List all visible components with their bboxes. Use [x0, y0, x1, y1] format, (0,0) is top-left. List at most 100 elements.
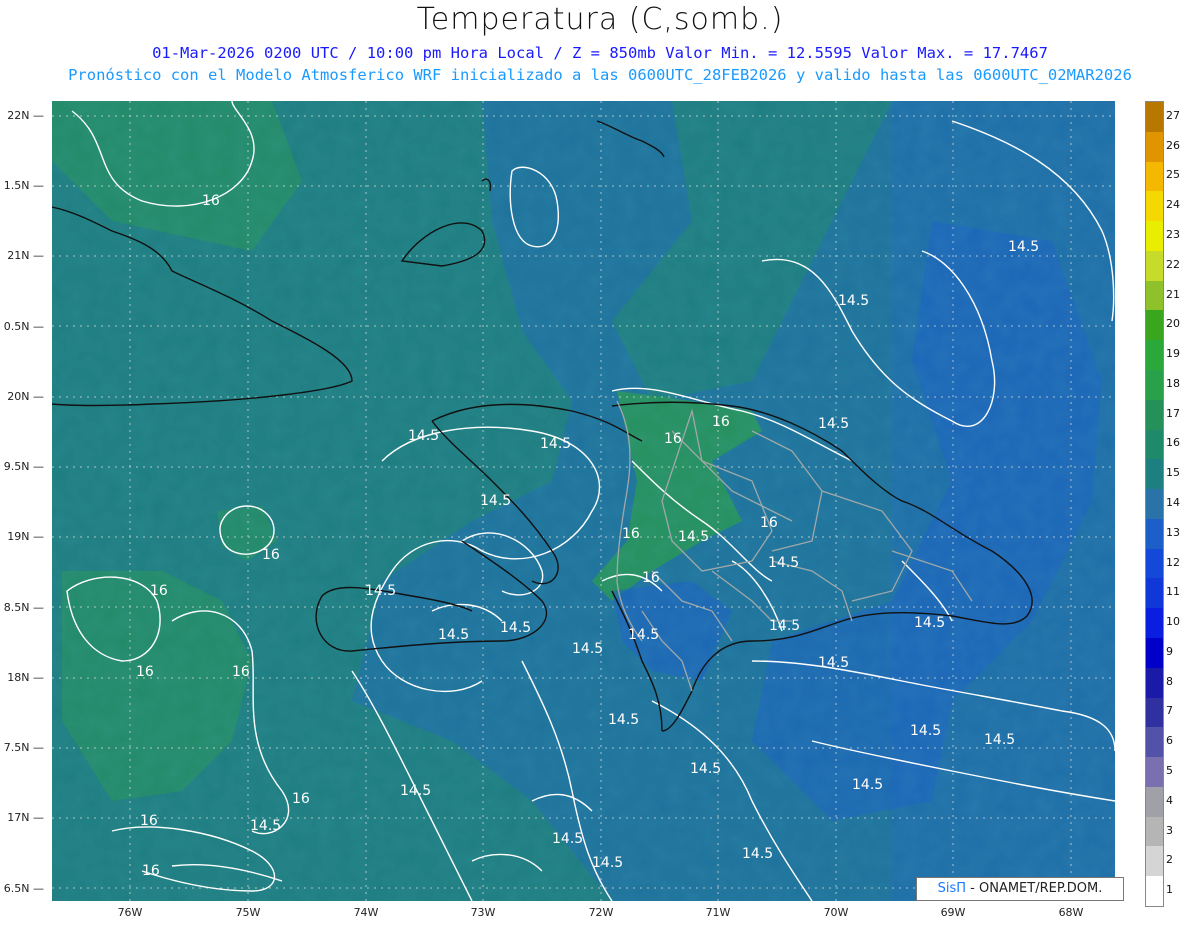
credit-text: - ONAMET/REP.DOM. — [966, 881, 1103, 896]
lon-label: 72W — [588, 906, 614, 919]
contour-label: 14.5 — [838, 293, 869, 309]
contour-label: 16 — [712, 414, 730, 430]
credit-brand: SisΠ — [937, 881, 967, 896]
colorbar-label: 27 — [1166, 108, 1180, 122]
colorbar-swatch — [1146, 340, 1163, 371]
colorbar-swatch — [1146, 757, 1163, 788]
contour-label: 16 — [262, 547, 280, 563]
lon-label: 70W — [823, 906, 849, 919]
contour-label: 14.5 — [540, 436, 571, 452]
colorbar-label: 24 — [1166, 198, 1180, 212]
contour-label: 14.5 — [818, 655, 849, 671]
colorbar-swatch — [1146, 370, 1163, 401]
credit-box: SisΠ - ONAMET/REP.DOM. — [916, 877, 1124, 901]
contour-label: 14.5 — [678, 529, 709, 545]
colorbar-label: 25 — [1166, 168, 1180, 182]
contour-label: 14.5 — [250, 818, 281, 834]
contour-label: 14.5 — [690, 761, 721, 777]
colorbar-swatch — [1146, 518, 1163, 550]
colorbar-swatch — [1146, 131, 1163, 163]
lat-label: 22N — — [7, 109, 44, 122]
contour-label: 14.5 — [500, 620, 531, 636]
colorbar-label: 9 — [1166, 644, 1173, 658]
colorbar-swatch — [1146, 310, 1163, 341]
contour-label: 16 — [142, 863, 160, 879]
contour-label: 16 — [232, 664, 250, 680]
colorbar-swatch — [1146, 399, 1163, 431]
lat-label: 6.5N — — [3, 882, 44, 895]
lat-label: 9.5N — — [3, 460, 44, 473]
contour-label: 14.5 — [572, 641, 603, 657]
contour-label: 14.5 — [365, 583, 396, 599]
lat-label: 8.5N — — [3, 601, 44, 614]
colorbar-label: 20 — [1166, 317, 1180, 331]
contour-label: 16 — [202, 193, 220, 209]
colorbar-label: 5 — [1166, 764, 1173, 777]
contour-label: 16 — [760, 515, 778, 531]
colorbar-label: 12 — [1166, 555, 1180, 569]
lat-label: 7.5N — — [3, 741, 44, 754]
contour-label: 14.5 — [818, 416, 849, 432]
contour-label: 14.5 — [552, 831, 583, 847]
colorbar-label: 16 — [1166, 436, 1180, 450]
texture-overlay — [52, 101, 1115, 901]
contour-label: 14.5 — [628, 627, 659, 643]
colorbar-swatch — [1146, 638, 1163, 669]
colorbar-label: 23 — [1166, 228, 1180, 241]
contour-label: 14.5 — [480, 493, 511, 509]
contour-label: 16 — [622, 526, 640, 542]
contour-label: 16 — [642, 570, 660, 586]
contour-label: 14.5 — [438, 627, 469, 643]
lon-label: 73W — [470, 906, 496, 919]
lat-label: 18N — — [7, 671, 44, 684]
colorbar-swatch — [1146, 876, 1163, 907]
contour-label: 14.5 — [852, 777, 883, 793]
lat-label: 19N — — [7, 530, 44, 543]
lon-label: 71W — [705, 906, 731, 919]
colorbar-label: 3 — [1166, 823, 1173, 837]
colorbar-swatch — [1146, 816, 1163, 847]
contour-label: 16 — [136, 664, 154, 680]
subtitle-run-info: 01-Mar-2026 0200 UTC / 10:00 pm Hora Loc… — [152, 44, 1048, 62]
lat-label: 20N — — [7, 390, 44, 403]
contour-label: 14.5 — [1008, 239, 1039, 255]
subtitle-model-info: Pronóstico con el Modelo Atmosferico WRF… — [68, 66, 1132, 84]
contour-label: 16 — [150, 583, 168, 599]
colorbar-swatch — [1146, 489, 1163, 520]
colorbar-label: 2 — [1166, 853, 1173, 867]
lon-label: 75W — [235, 906, 261, 919]
colorbar-swatch — [1146, 786, 1163, 818]
contour-label: 14.5 — [984, 732, 1015, 748]
lon-label: 76W — [117, 906, 143, 919]
colorbar-swatch — [1146, 727, 1163, 758]
colorbar-label: 15 — [1166, 466, 1180, 480]
colorbar-swatch — [1146, 667, 1163, 699]
colorbar-label: 6 — [1166, 734, 1173, 748]
contour-label: 14.5 — [400, 783, 431, 799]
colorbar-label: 22 — [1166, 257, 1180, 271]
contour-label: 14.5 — [769, 618, 800, 634]
map-title: Temperatura (C,somb.) — [416, 2, 784, 37]
colorbar-swatch — [1146, 221, 1163, 252]
colorbar-swatch — [1146, 459, 1163, 490]
colorbar-swatch — [1146, 608, 1163, 639]
colorbar-label: 10 — [1166, 615, 1180, 629]
colorbar-swatch — [1146, 161, 1163, 192]
colorbar-label: 21 — [1166, 287, 1180, 301]
colorbar-label: 19 — [1166, 347, 1180, 361]
lat-label: 1.5N — — [3, 179, 44, 192]
temperature-map: 16 16 16 16 16 16 16 16 14.5 14.5 14.5 14.5 14.5 14.5… — [52, 101, 1115, 901]
colorbar-label: 13 — [1166, 525, 1180, 539]
colorbar-swatch — [1146, 697, 1163, 728]
lat-label: 0.5N — — [3, 320, 44, 333]
contour-label: 16 — [664, 431, 682, 447]
colorbar-swatch — [1146, 429, 1163, 460]
colorbar-swatch — [1146, 548, 1163, 579]
lon-label: 74W — [353, 906, 379, 919]
contour-label: 14.5 — [408, 428, 439, 444]
colorbar-label: 1 — [1166, 883, 1173, 897]
colorbar-swatch — [1146, 191, 1163, 222]
colorbar-swatch — [1146, 578, 1163, 609]
colorbar-swatch — [1146, 250, 1163, 282]
contour-label: 14.5 — [592, 855, 623, 871]
